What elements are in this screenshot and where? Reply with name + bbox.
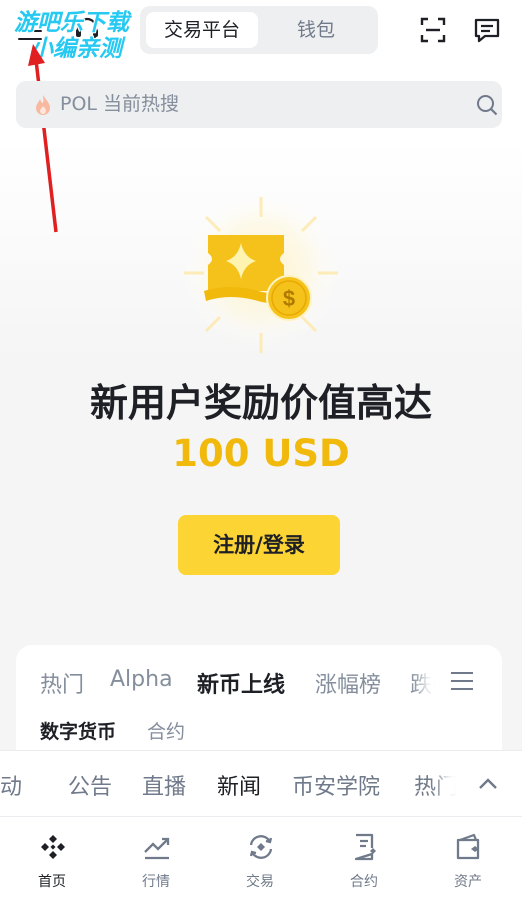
market-tab-hot[interactable]: 热门: [40, 667, 84, 699]
app-page: 交易平台 钱包 游吧乐下载 小编亲测 POL 当前热搜 $ 新用户奖励价值高达 …: [0, 0, 522, 897]
promo-title: 新用户奖励价值高达: [89, 381, 432, 425]
message-icon[interactable]: [472, 15, 502, 45]
futures-icon: [354, 833, 376, 861]
tab-wallet[interactable]: 钱包: [260, 12, 372, 48]
news-tab-trending[interactable]: 热门: [414, 769, 458, 801]
search-input[interactable]: POL 当前热搜: [60, 81, 179, 128]
svg-text:$: $: [283, 286, 295, 311]
trade-icon: [249, 835, 273, 859]
scan-icon[interactable]: [418, 15, 448, 45]
red-arrow-icon: [28, 44, 58, 233]
news-tab-news[interactable]: 新闻: [217, 769, 261, 801]
nav-assets[interactable]: 资产: [416, 817, 520, 897]
tab-exchange[interactable]: 交易平台: [146, 12, 258, 48]
news-tab-live[interactable]: 直播: [142, 769, 186, 801]
menu-icon[interactable]: [16, 16, 46, 46]
market-tab-alpha[interactable]: Alpha: [110, 667, 173, 692]
register-login-button[interactable]: 注册/登录: [178, 515, 340, 575]
headset-icon[interactable]: [72, 14, 102, 44]
search-icon[interactable]: [476, 94, 498, 116]
nav-markets[interactable]: 行情: [104, 817, 208, 897]
bottom-navigation: 首页 行情 交易 合约 资产: [0, 816, 522, 897]
subtab-spot[interactable]: 数字货币: [40, 717, 116, 744]
subtab-futures[interactable]: 合约: [147, 717, 185, 744]
nav-label-markets: 行情: [142, 874, 170, 890]
mode-switch: 交易平台 钱包: [140, 6, 378, 54]
top-header: 交易平台 钱包: [0, 0, 522, 64]
nav-home[interactable]: 首页: [0, 817, 104, 897]
fire-icon: [36, 95, 50, 115]
market-tab-gainers[interactable]: 涨幅榜: [315, 667, 381, 699]
nav-label-home: 首页: [38, 874, 66, 890]
news-tab-academy[interactable]: 币安学院: [292, 769, 380, 801]
news-tabs-bar: 活动 公告 直播 新闻 币安学院 热门: [0, 750, 522, 816]
list-menu-icon[interactable]: [436, 659, 486, 701]
wallet-icon: [456, 833, 480, 860]
reward-ticket-icon: $: [181, 195, 341, 353]
nav-label-futures: 合约: [350, 874, 378, 890]
nav-futures[interactable]: 合约: [312, 817, 416, 897]
nav-label-trade: 交易: [246, 874, 274, 890]
market-panel: 热门 Alpha 新币上线 涨幅榜 跌幅榜 数字货币 合约: [16, 645, 502, 755]
news-tab-announcement[interactable]: 公告: [68, 769, 112, 801]
nav-trade[interactable]: 交易: [208, 817, 312, 897]
markets-icon: [144, 837, 170, 860]
nav-label-assets: 资产: [454, 874, 482, 890]
search-bar[interactable]: POL 当前热搜: [16, 81, 502, 128]
chevron-up-icon[interactable]: [456, 763, 522, 805]
promo-amount: 100 USD: [172, 432, 350, 475]
home-icon: [41, 835, 65, 859]
market-tab-new-listing[interactable]: 新币上线: [197, 667, 285, 699]
news-tab-activity[interactable]: 活动: [0, 769, 22, 801]
